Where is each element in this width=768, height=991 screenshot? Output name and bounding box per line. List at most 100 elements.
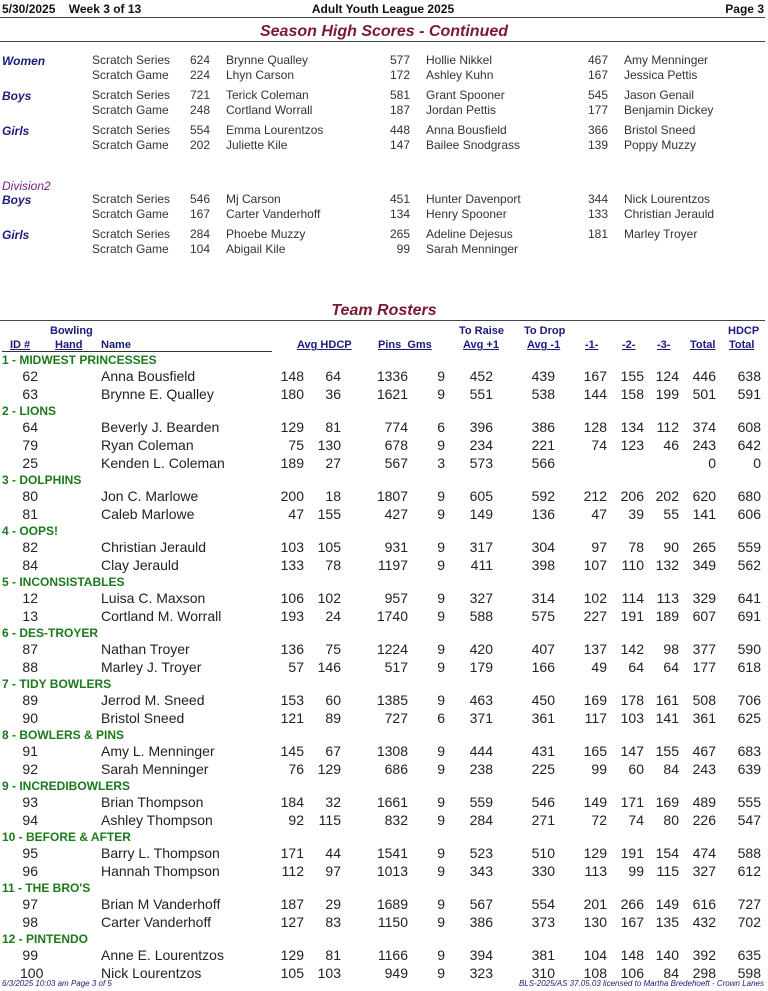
player-name: Nathan Troyer <box>101 641 190 657</box>
roster-cell: 166 <box>531 659 555 675</box>
roster-cell: 1336 <box>376 368 408 384</box>
roster-cell: 9 <box>437 914 445 930</box>
score-type: Scratch Game <box>92 68 169 82</box>
roster-cell: 381 <box>531 947 555 963</box>
roster-cell: 1166 <box>377 947 408 963</box>
roster-cell: 137 <box>583 641 607 657</box>
col-id: ID # <box>10 339 31 351</box>
roster-cell: 129 <box>583 845 607 861</box>
roster-cell: 74 <box>591 437 607 453</box>
roster-cell: 191 <box>620 608 644 624</box>
roster-cell: 202 <box>655 488 679 504</box>
roster-cell: 81 <box>325 947 341 963</box>
roster-cell: 271 <box>531 812 555 828</box>
roster-cell: 102 <box>583 590 607 606</box>
score-value: 624 <box>189 53 210 67</box>
score-type: Scratch Game <box>92 138 169 152</box>
roster-cell: 489 <box>692 794 716 810</box>
footer-left: 6/3/2025 10:03 am Page 3 of 5 <box>2 979 112 988</box>
col-game-3: -3- <box>657 339 671 351</box>
roster-row: 99 Anne E. Lourentzos 129 81 1166 9 394 381 104 1… <box>0 947 768 964</box>
col-total: Total <box>690 339 716 351</box>
roster-cell: 60 <box>325 692 341 708</box>
bowler-name: Marley Troyer <box>624 227 698 241</box>
roster-cell: 9 <box>437 557 445 573</box>
roster-cell: 189 <box>655 608 679 624</box>
roster-cell: 9 <box>437 641 445 657</box>
roster-cell: 144 <box>583 386 607 402</box>
player-name: Brian M Vanderhoff <box>101 896 221 912</box>
roster-cell: 221 <box>531 437 555 453</box>
roster-cell: 420 <box>469 641 493 657</box>
high-score-row: Scratch Series 721 Terick Coleman 581 Grant … <box>0 88 768 103</box>
roster-cell: 165 <box>583 743 607 759</box>
bowler-name: Bristol Sneed <box>624 123 696 137</box>
score-type: Scratch Series <box>92 192 171 206</box>
score-value: 448 <box>389 123 410 137</box>
roster-cell: 1541 <box>376 845 408 861</box>
division2-label: Division2 <box>2 179 51 193</box>
roster-cell: 64 <box>663 659 679 675</box>
roster-row: 13 Cortland M. Worrall 193 24 1740 9 588 575 227… <box>0 608 768 625</box>
player-id: 62 <box>22 368 38 384</box>
roster-row: 81 Caleb Marlowe 47 155 427 9 149 136 47 39 55 141 6… <box>0 506 768 523</box>
roster-cell: 76 <box>288 761 304 777</box>
col-avg-hdcp: Avg HDCP <box>297 339 352 351</box>
roster-cell: 72 <box>591 812 607 828</box>
bowler-name: Sarah Menninger <box>426 242 519 256</box>
rosters-title: Team Rosters <box>331 302 437 319</box>
high-score-row: Scratch Game 248 Cortland Worrall 187 Jordan… <box>0 103 768 118</box>
bowler-name: Hunter Davenport <box>426 192 521 206</box>
roster-cell: 9 <box>437 659 445 675</box>
roster-cell: 427 <box>384 506 408 522</box>
roster-cell: 567 <box>469 896 493 912</box>
player-name: Brian Thompson <box>101 794 204 810</box>
roster-cell: 1308 <box>376 743 408 759</box>
roster-cell: 327 <box>469 590 493 606</box>
roster-cell: 559 <box>469 794 493 810</box>
roster-cell: 9 <box>437 386 445 402</box>
player-id: 87 <box>22 641 38 657</box>
roster-row: 93 Brian Thompson 184 32 1661 9 559 546 149 171 16… <box>0 794 768 811</box>
roster-cell: 9 <box>437 845 445 861</box>
roster-cell: 678 <box>384 437 408 453</box>
roster-cell: 9 <box>437 743 445 759</box>
score-value: 181 <box>587 227 608 241</box>
roster-cell: 148 <box>280 368 304 384</box>
roster-cell: 1807 <box>376 488 408 504</box>
score-type: Scratch Game <box>92 103 169 117</box>
roster-cell: 171 <box>620 794 644 810</box>
roster-cell: 450 <box>531 692 555 708</box>
roster-cell: 104 <box>583 947 607 963</box>
roster-cell: 153 <box>280 692 304 708</box>
roster-cell: 304 <box>531 539 555 555</box>
roster-cell: 9 <box>437 506 445 522</box>
roster-cell: 32 <box>325 794 341 810</box>
roster-cell: 931 <box>384 539 408 555</box>
roster-cell: 386 <box>531 419 555 435</box>
player-id: 88 <box>22 659 38 675</box>
player-id: 79 <box>22 437 38 453</box>
roster-cell: 67 <box>325 743 341 759</box>
player-id: 94 <box>22 812 38 828</box>
score-value: 554 <box>189 123 210 137</box>
roster-cell: 84 <box>663 761 679 777</box>
player-id: 84 <box>22 557 38 573</box>
player-name: Marley J. Troyer <box>101 659 202 675</box>
roster-cell: 147 <box>620 743 644 759</box>
col-pins-gms: Pins Gms <box>378 339 432 351</box>
roster-cell: 225 <box>531 761 555 777</box>
high-scores-rule <box>0 41 765 42</box>
roster-cell: 625 <box>737 710 761 726</box>
page-header: 5/30/2025 Week 3 of 13 Adult Youth Leagu… <box>2 2 764 16</box>
roster-cell: 141 <box>655 710 679 726</box>
team-name: 4 - OOPS! <box>2 524 59 538</box>
score-value: 545 <box>587 88 608 102</box>
roster-cell: 463 <box>469 692 493 708</box>
roster-cell: 180 <box>280 386 304 402</box>
roster-cell: 155 <box>655 743 679 759</box>
roster-cell: 510 <box>531 845 555 861</box>
player-id: 92 <box>22 761 38 777</box>
team-name: 5 - INCONSISTABLES <box>2 575 125 589</box>
roster-row: 64 Beverly J. Bearden 129 81 774 6 396 386 128 13… <box>0 419 768 436</box>
